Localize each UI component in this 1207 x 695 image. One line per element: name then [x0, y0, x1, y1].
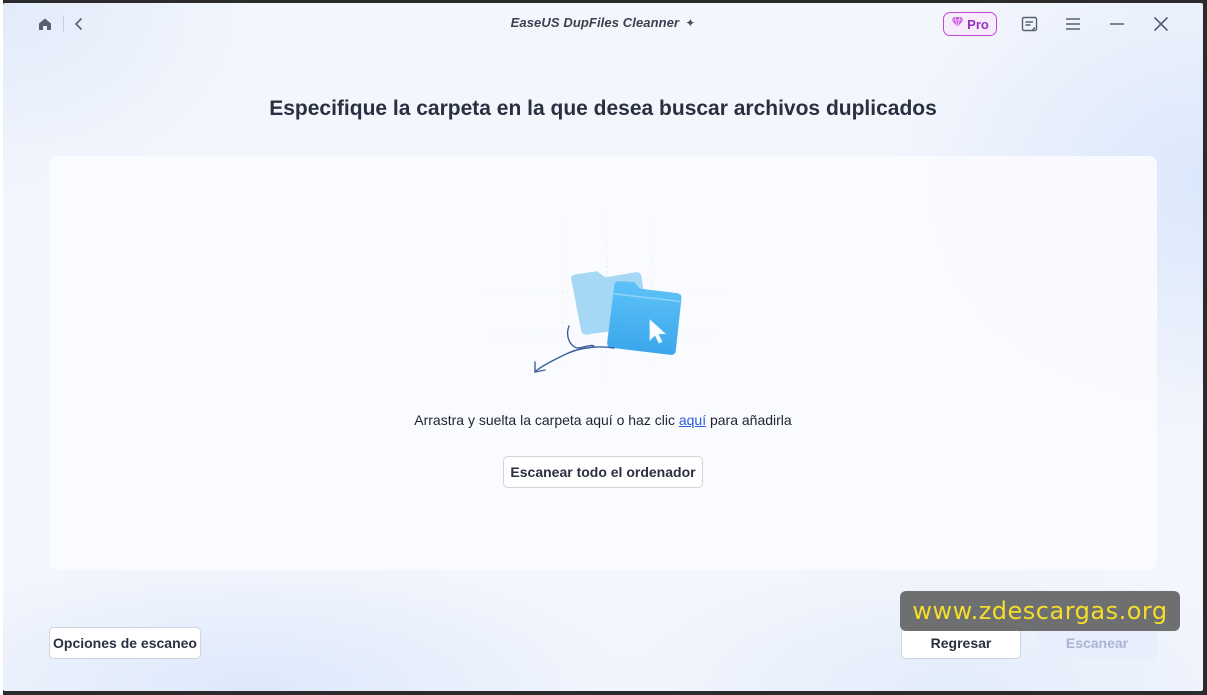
diamond-icon — [951, 15, 964, 33]
drop-text-before: Arrastra y suelta la carpeta aquí o haz … — [414, 412, 679, 428]
sparkle-icon: ✦ — [685, 16, 696, 30]
drop-text-after: para añadirla — [706, 412, 792, 428]
folder-drop-zone[interactable]: Arrastra y suelta la carpeta aquí o haz … — [49, 156, 1157, 570]
drag-arrow — [534, 325, 615, 373]
minimize-icon[interactable] — [1107, 14, 1127, 34]
back-button[interactable]: Regresar — [901, 627, 1021, 659]
pro-label: Pro — [967, 16, 989, 32]
app-window: EaseUS DupFiles Cleanner ✦ Pro Especifiqu… — [3, 3, 1203, 691]
page-title: Especifique la carpeta en la que desea b… — [269, 97, 937, 120]
scan-button[interactable]: Escanear — [1037, 627, 1157, 659]
scan-whole-computer-button[interactable]: Escanear todo el ordenador — [503, 456, 703, 488]
folder-illustration — [472, 206, 732, 381]
feedback-icon[interactable] — [1019, 14, 1039, 34]
drop-instructions: Arrastra y suelta la carpeta aquí o haz … — [49, 412, 1157, 428]
add-folder-link[interactable]: aquí — [679, 412, 706, 428]
title-bar: EaseUS DupFiles Cleanner ✦ Pro — [3, 3, 1203, 45]
watermark-overlay: www.zdescargas.org — [900, 591, 1180, 631]
pro-badge-button[interactable]: Pro — [943, 12, 997, 36]
close-icon[interactable] — [1151, 14, 1171, 34]
app-title-text: EaseUS DupFiles Cleanner — [510, 15, 680, 30]
folder-front — [607, 281, 682, 355]
scan-options-button[interactable]: Opciones de escaneo — [49, 627, 201, 659]
menu-icon[interactable] — [1063, 14, 1083, 34]
